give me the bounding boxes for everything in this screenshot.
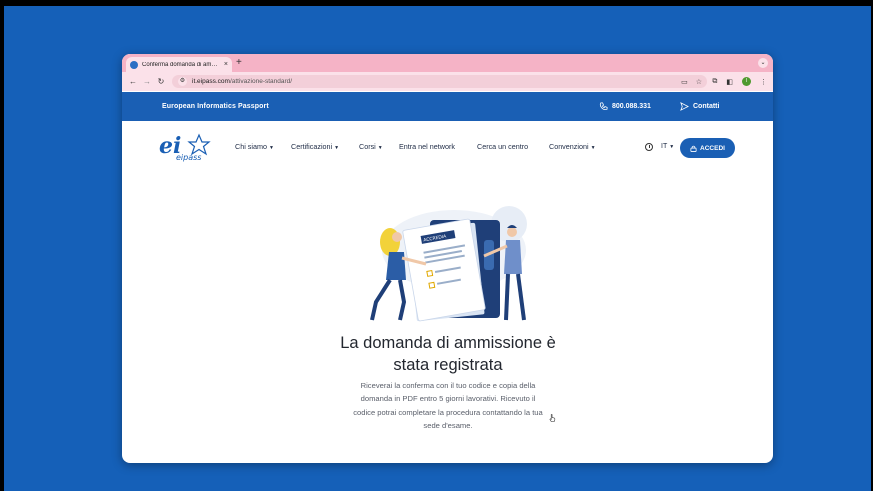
nav-item-convenzioni[interactable]: Convenzioni ▼ [549, 121, 596, 174]
forward-icon[interactable]: → [140, 72, 154, 91]
tab-title: Conferma domanda di ammis [142, 61, 220, 68]
confirmation-message: Riceverai la conferma con il tuo codice … [353, 381, 543, 431]
browser-window: Conferma domanda di ammis × + ⌄ ← → ↻ ⚙ … [122, 54, 773, 463]
topbar-brand: European Informatics Passport [162, 103, 269, 110]
site-info-icon[interactable]: ⚙ [178, 77, 187, 86]
svg-text:eipass: eipass [176, 153, 201, 162]
profile-avatar[interactable]: I [742, 77, 751, 86]
url-text: it.eipass.com/attivazione-standard/ [192, 78, 293, 85]
lock-icon [690, 145, 697, 152]
clock-icon[interactable] [645, 143, 653, 151]
browser-toolbar: ← → ↻ ⚙ it.eipass.com/attivazione-standa… [122, 72, 773, 91]
back-icon[interactable]: ← [126, 72, 140, 91]
reload-icon[interactable]: ↻ [154, 72, 168, 91]
browser-tab[interactable]: Conferma domanda di ammis × [126, 57, 232, 72]
send-icon [680, 102, 689, 111]
nav-item-entra-nel-network[interactable]: Entra nel network [399, 121, 455, 173]
nav-item-chi-siamo[interactable]: Chi siamo ▼ [235, 121, 274, 174]
menu-icon[interactable]: ⋮ [760, 78, 767, 86]
mouse-cursor-icon [549, 414, 556, 422]
cast-icon[interactable]: ▭ [681, 78, 688, 86]
tab-search-icon[interactable]: ⌄ [758, 58, 768, 68]
eipass-logo[interactable]: ei eipass [159, 132, 215, 162]
language-selector[interactable]: IT ▼ [661, 121, 674, 173]
tab-close-icon[interactable]: × [224, 61, 228, 68]
phone-icon [599, 102, 608, 111]
topbar-phone[interactable]: 800.088.331 [599, 92, 651, 121]
desktop-background: Conferma domanda di ammis × + ⌄ ← → ↻ ⚙ … [4, 6, 871, 491]
confirmation-illustration: ACCREDIA [370, 206, 527, 322]
site-topbar: European Informatics Passport 800.088.33… [122, 92, 773, 121]
star-icon[interactable]: ☆ [696, 78, 702, 86]
nav-item-certificazioni[interactable]: Certificazioni ▼ [291, 121, 339, 174]
topbar-contact-link[interactable]: Contatti [680, 92, 719, 121]
main-nav: ei eipass Chi siamo ▼ Certificazioni ▼ Cor… [122, 121, 773, 173]
address-bar[interactable]: ⚙ it.eipass.com/attivazione-standard/ ▭ … [172, 75, 707, 88]
new-tab-button[interactable]: + [236, 57, 242, 69]
tab-strip: Conferma domanda di ammis × + ⌄ [122, 54, 773, 72]
favicon-icon [130, 60, 138, 69]
extensions-icon[interactable]: ⧉ [712, 78, 717, 86]
nav-item-cerca-un-centro[interactable]: Cerca un centro [477, 121, 528, 173]
sidepanel-icon[interactable]: ◧ [726, 78, 733, 86]
page-title: La domanda di ammissione è stata registr… [340, 334, 556, 374]
login-button[interactable]: ACCEDI [680, 138, 735, 158]
nav-item-corsi[interactable]: Corsi ▼ [359, 121, 383, 174]
